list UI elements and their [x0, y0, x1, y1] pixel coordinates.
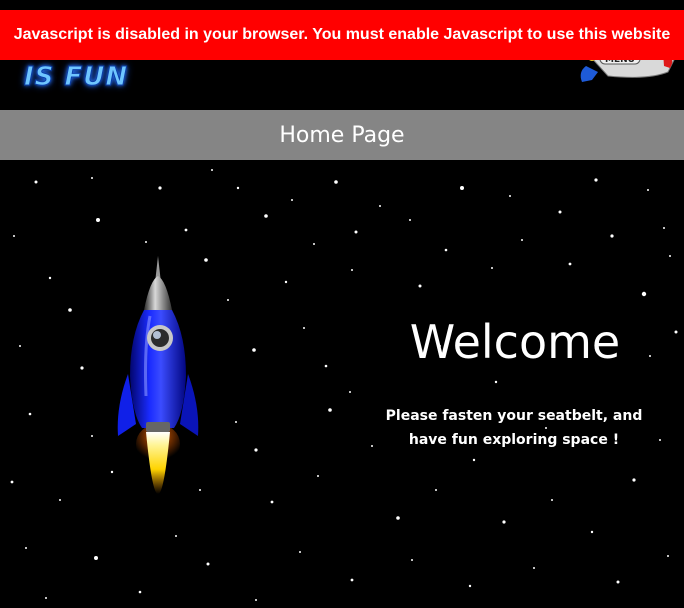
starfield [10, 169, 678, 601]
welcome-heading: Welcome [409, 315, 621, 369]
welcome-tagline: Please fasten your seatbelt, and have fu… [385, 408, 643, 448]
page-title: Home Page [279, 122, 405, 148]
rocket-flame [146, 432, 170, 494]
space-hero: Welcome Please fasten your seatbelt, and… [0, 160, 684, 608]
banner-text: Javascript is disabled in your browser. … [13, 26, 671, 43]
javascript-disabled-banner: Javascript is disabled in your browser. … [0, 10, 684, 60]
site-logo[interactable]: IS FUN [23, 62, 128, 93]
rocket-illustration [117, 256, 199, 494]
page-title-bar: Home Page [0, 110, 684, 160]
